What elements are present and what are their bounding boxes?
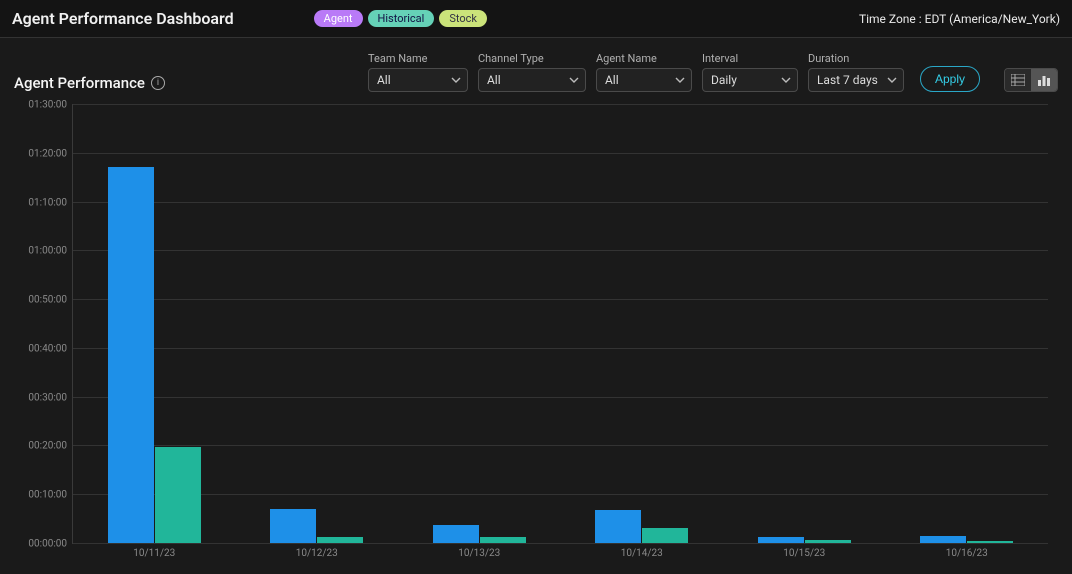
x-axis-tick: 10/13/23 (458, 548, 500, 559)
chevron-down-icon (781, 75, 791, 85)
chart-bar[interactable] (317, 537, 363, 544)
x-axis-tick: 10/14/23 (621, 548, 663, 559)
y-axis-tick: 01:10:00 (19, 197, 67, 208)
team-name-label: Team Name (368, 52, 468, 65)
duration-value: Last 7 days (817, 73, 878, 87)
y-axis-tick: 00:00:00 (19, 539, 67, 550)
table-icon (1011, 74, 1025, 86)
chevron-down-icon (451, 75, 461, 85)
agent-name-value: All (605, 73, 619, 87)
chart-bar[interactable] (920, 536, 966, 543)
chevron-down-icon (887, 75, 897, 85)
y-axis-tick: 01:30:00 (19, 100, 67, 111)
chevron-down-icon (675, 75, 685, 85)
chart-category: 10/16/23 (886, 104, 1049, 543)
pill-agent: Agent (314, 10, 363, 27)
agent-name-label: Agent Name (596, 52, 692, 65)
table-view-toggle[interactable] (1005, 69, 1031, 91)
y-axis-tick: 01:00:00 (19, 246, 67, 257)
y-axis-tick: 00:30:00 (19, 392, 67, 403)
x-axis-tick: 10/11/23 (133, 548, 175, 559)
channel-type-label: Channel Type (478, 52, 586, 65)
chart-bar[interactable] (967, 541, 1013, 543)
y-axis-tick: 00:40:00 (19, 343, 67, 354)
y-axis-tick: 00:10:00 (19, 490, 67, 501)
grid-line: 00:00:00 (73, 543, 1048, 544)
channel-type-select[interactable]: All (478, 68, 586, 92)
chart-bar[interactable] (433, 525, 479, 543)
dashboard-title: Agent Performance Dashboard (12, 9, 234, 28)
apply-button[interactable]: Apply (920, 66, 980, 92)
chart-bar[interactable] (270, 509, 316, 543)
interval-label: Interval (702, 52, 798, 65)
chart-category: 10/15/23 (723, 104, 886, 543)
pill-historical: Historical (368, 10, 435, 27)
interval-value: Daily (711, 73, 737, 87)
y-axis-tick: 01:20:00 (19, 148, 67, 159)
chart-view-toggle[interactable] (1031, 69, 1057, 91)
chart-bar[interactable] (155, 447, 201, 543)
team-name-select[interactable]: All (368, 68, 468, 92)
chart-bar[interactable] (758, 537, 804, 544)
chart-area: 00:00:00 00:10:00 00:20:00 00:30:00 00:40:00… (14, 104, 1058, 574)
chart-category: 10/14/23 (561, 104, 724, 543)
duration-select[interactable]: Last 7 days (808, 68, 904, 92)
chart-bar[interactable] (480, 537, 526, 544)
team-name-value: All (377, 73, 391, 87)
channel-type-value: All (487, 73, 501, 87)
bar-chart-icon (1037, 74, 1051, 86)
chart-bar[interactable] (595, 510, 641, 543)
chart-bar[interactable] (108, 167, 154, 543)
chevron-down-icon (569, 75, 579, 85)
x-axis-tick: 10/16/23 (946, 548, 988, 559)
chart-category: 10/11/23 (73, 104, 236, 543)
chart-category: 10/12/23 (236, 104, 399, 543)
duration-label: Duration (808, 52, 904, 65)
x-axis-tick: 10/15/23 (783, 548, 825, 559)
interval-select[interactable]: Daily (702, 68, 798, 92)
timezone-label: Time Zone : EDT (America/New_York) (859, 12, 1060, 26)
pill-stock: Stock (439, 10, 487, 27)
chart-bar[interactable] (642, 528, 688, 543)
info-icon[interactable]: i (151, 76, 165, 90)
chart-category: 10/13/23 (398, 104, 561, 543)
y-axis-tick: 00:20:00 (19, 441, 67, 452)
y-axis-tick: 00:50:00 (19, 295, 67, 306)
page-title: Agent Performance (14, 74, 145, 92)
chart-bar[interactable] (805, 540, 851, 543)
agent-name-select[interactable]: All (596, 68, 692, 92)
x-axis-tick: 10/12/23 (296, 548, 338, 559)
